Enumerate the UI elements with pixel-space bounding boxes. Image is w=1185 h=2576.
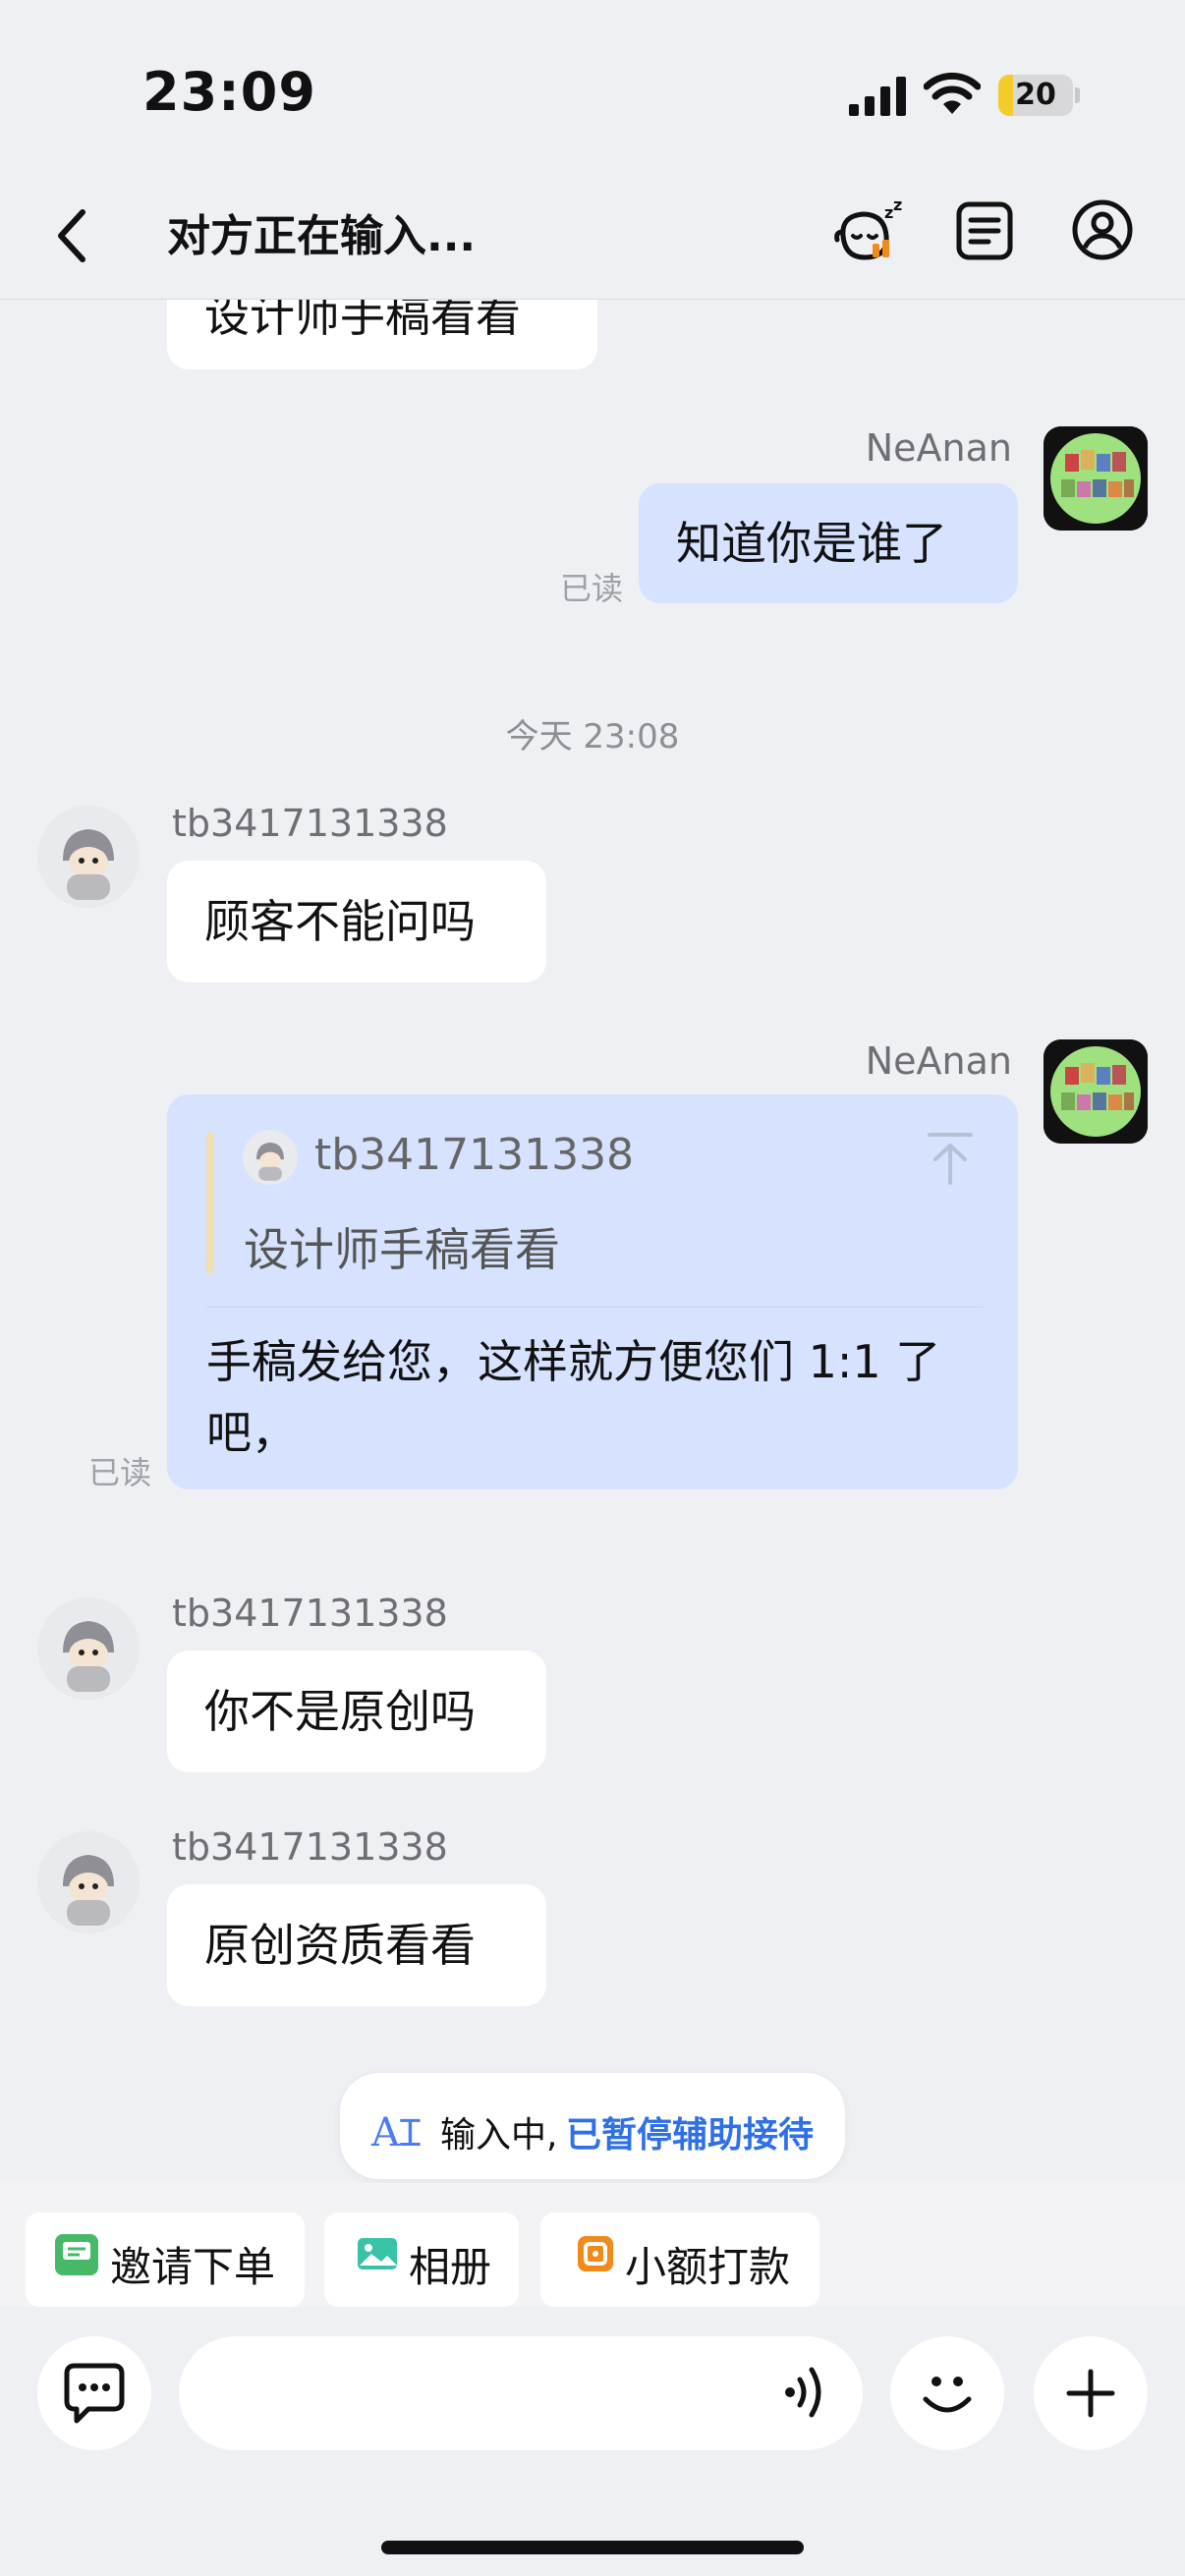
read-receipt: 已读 <box>88 1454 152 1491</box>
smile-icon <box>923 2377 972 2413</box>
svg-text:z: z <box>884 203 893 222</box>
wifi-icon <box>924 72 981 114</box>
my-avatar[interactable] <box>1044 426 1148 531</box>
album-label: 相册 <box>409 2243 492 2291</box>
voice-input-icon[interactable] <box>782 2362 831 2423</box>
message-bubble-mine[interactable]: 知道你是谁了 <box>639 483 1018 603</box>
read-receipt: 已读 <box>560 570 624 607</box>
message-text: 你不是原创吗 <box>204 1685 476 1738</box>
customer-avatar[interactable] <box>37 806 140 908</box>
back-arrow-icon[interactable] <box>51 206 94 265</box>
small-payment-label: 小额打款 <box>625 2243 791 2291</box>
message-input[interactable] <box>179 2336 863 2450</box>
quoted-sender-avatar <box>243 1130 298 1185</box>
status-time-overlay: 23:09 <box>142 61 316 123</box>
text-cursor-icon: AꞮ <box>371 2110 422 2156</box>
album-icon <box>358 2238 397 2269</box>
battery-level-text: 20 <box>1015 78 1056 112</box>
quoted-message-text: 设计师手稿看看 <box>244 1223 560 1276</box>
chat-bubble-icon <box>64 2363 125 2424</box>
customer-avatar-image <box>37 1831 140 1933</box>
message-sender: tb3417131338 <box>172 1592 448 1635</box>
my-avatar[interactable] <box>1044 1039 1148 1144</box>
quoted-avatar-image <box>243 1130 298 1185</box>
jump-to-original-icon[interactable] <box>928 1132 973 1187</box>
message-text: 手稿发给您，这样就方便您们 1:1 了吧， <box>206 1335 941 1459</box>
typing-status-text: 输入中, <box>440 2115 558 2156</box>
more-actions-button[interactable] <box>1034 2336 1148 2450</box>
message-bubble-customer[interactable]: 原创资质看看 <box>167 1884 546 2006</box>
date-separator: 今天 23:08 <box>505 717 680 756</box>
message-bubble-customer[interactable]: 你不是原创吗 <box>167 1651 546 1772</box>
quote-divider <box>206 1307 983 1308</box>
header-layer: 23:09 20 对方正在输入... z z <box>0 0 1185 300</box>
paused-assist-link[interactable]: 已暂停辅助接待 <box>566 2106 814 2157</box>
customer-avatar[interactable] <box>37 1831 140 1933</box>
invite-order-icon <box>55 2234 98 2275</box>
message-sender: NeAnan <box>865 1039 1012 1083</box>
customer-avatar-image <box>37 1597 140 1700</box>
chat-title: 对方正在输入... <box>167 211 477 261</box>
message-sender: tb3417131338 <box>172 1825 448 1869</box>
customer-avatar-image <box>37 806 140 908</box>
emoji-button[interactable] <box>890 2336 1004 2450</box>
order-list-icon[interactable] <box>955 200 1014 261</box>
quoted-sender-name: tb3417131338 <box>314 1130 635 1180</box>
small-payment-icon <box>578 2236 613 2271</box>
my-avatar-image <box>1044 426 1148 531</box>
svg-text:z: z <box>893 196 902 214</box>
message-text: 知道你是谁了 <box>676 517 947 570</box>
text-cursor-icon-letter: A <box>371 2110 400 2156</box>
invite-order-label: 邀请下单 <box>110 2243 276 2291</box>
quick-reply-button[interactable] <box>37 2336 151 2450</box>
battery-cap <box>1075 87 1080 103</box>
message-sender: NeAnan <box>865 426 1012 470</box>
assistant-sleep-icon[interactable]: z z <box>833 196 906 265</box>
message-bubble-customer[interactable]: 顾客不能问吗 <box>167 861 546 982</box>
user-profile-icon[interactable] <box>1071 198 1134 261</box>
customer-avatar[interactable] <box>37 1597 140 1700</box>
cellular-signal-icon <box>849 77 906 116</box>
my-avatar-image <box>1044 1039 1148 1144</box>
message-text: 顾客不能问吗 <box>204 895 476 948</box>
plus-icon <box>1066 2369 1115 2418</box>
quote-accent-bar <box>206 1132 214 1273</box>
battery-indicator: 20 <box>998 75 1083 116</box>
message-text: 原创资质看看 <box>204 1919 476 1972</box>
message-sender: tb3417131338 <box>172 802 448 845</box>
home-indicator <box>381 2541 804 2554</box>
